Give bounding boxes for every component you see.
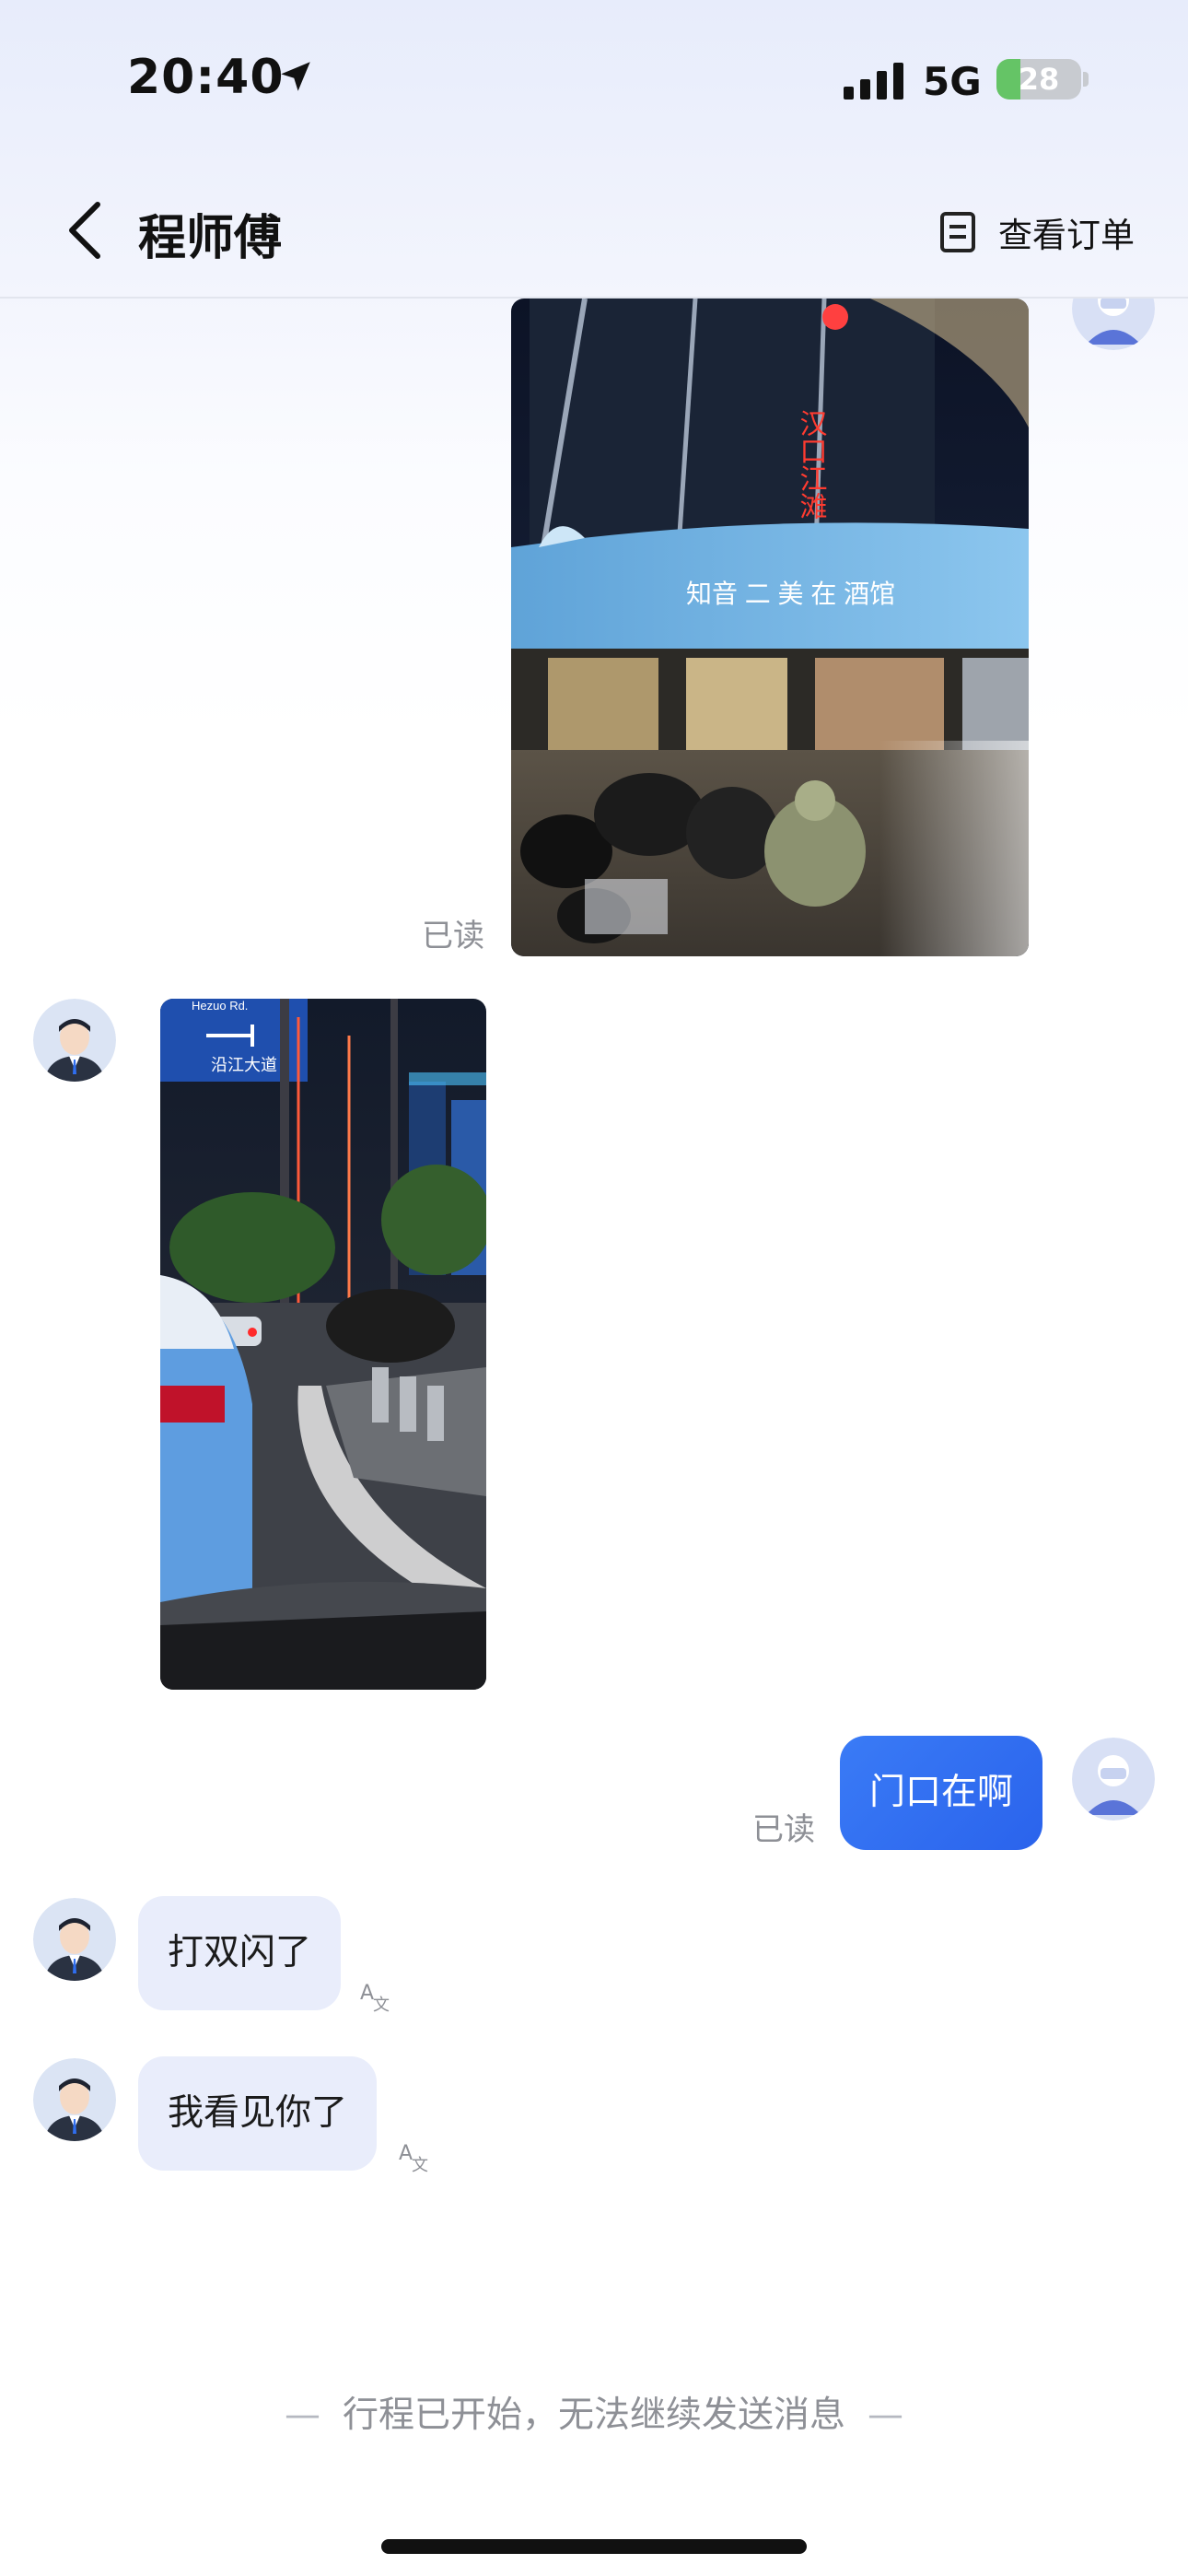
received-photo-road[interactable]: Hezuo Rd. 沿江大道 [160,999,486,1690]
status-bar: 20:40 5G 28 [0,0,1188,157]
driver-avatar-icon [33,2058,116,2141]
user-avatar[interactable] [1072,299,1155,350]
translate-icon[interactable]: A 文 [358,1977,395,2014]
translate-icon[interactable]: A 文 [397,2137,434,2174]
notice-text: 行程已开始，无法继续发送消息 [342,2395,845,2436]
status-time: 20:40 [127,50,285,105]
road-sign-text: 沿江大道 [211,1056,277,1075]
mall-sign-text: 知音 二 美 在 酒馆 [686,580,895,608]
outgoing-message-bubble[interactable]: 门口在啊 [840,1736,1043,1850]
incoming-message-bubble[interactable]: 我看见你了 [138,2056,378,2171]
location-arrow-icon [281,62,310,91]
mall-photo: 汉口江滩 知音 二 美 在 酒馆 [511,299,1029,956]
road-photo: Hezuo Rd. 沿江大道 [160,999,486,1690]
battery-icon: 28 [996,59,1081,100]
chat-header: 程师傅 查看订单 [0,164,1188,299]
svg-text:文: 文 [373,1996,390,2014]
view-order-label: 查看订单 [998,216,1135,255]
battery-percent: 28 [1018,62,1060,97]
battery-cap [1083,72,1089,87]
cellular-signal-icon [844,63,903,100]
mall-vertical-sign: 汉口江滩 [795,409,827,520]
svg-text:A: A [399,2142,413,2165]
notice-dash-left: — [284,2395,320,2436]
user-avatar-icon [1072,1738,1155,1821]
driver-avatar-icon [33,999,116,1082]
sent-photo-mall[interactable]: 汉口江滩 知音 二 美 在 酒馆 [511,299,1029,956]
road-sign-top-text: Hezuo Rd. [192,999,248,1013]
read-receipt: 已读 [422,918,484,954]
user-avatar-icon [1072,299,1155,350]
read-receipt: 已读 [752,1811,815,1848]
incoming-message-bubble[interactable]: 打双闪了 [138,1896,342,2010]
home-indicator[interactable] [381,2539,807,2554]
driver-avatar[interactable] [33,1898,116,1981]
svg-text:A: A [360,1982,374,2005]
order-document-icon [940,212,975,252]
back-chevron-icon[interactable] [61,197,116,263]
driver-avatar[interactable] [33,2058,116,2141]
notice-dash-right: — [868,2395,903,2436]
message-list[interactable]: 已读 汉口江滩 知音 二 美 在 酒馆 Hezuo Rd. 沿江大道 已读 门口… [0,299,1188,2576]
trip-started-notice: — 行程已开始，无法继续发送消息 — [0,2386,1188,2438]
driver-avatar-icon [33,1898,116,1981]
network-type: 5G [923,59,982,104]
driver-avatar[interactable] [33,999,116,1082]
page-title: 程师傅 [138,211,283,266]
user-avatar[interactable] [1072,1738,1155,1821]
svg-text:文: 文 [412,2156,428,2174]
view-order-button[interactable]: 查看订单 [939,205,1135,260]
